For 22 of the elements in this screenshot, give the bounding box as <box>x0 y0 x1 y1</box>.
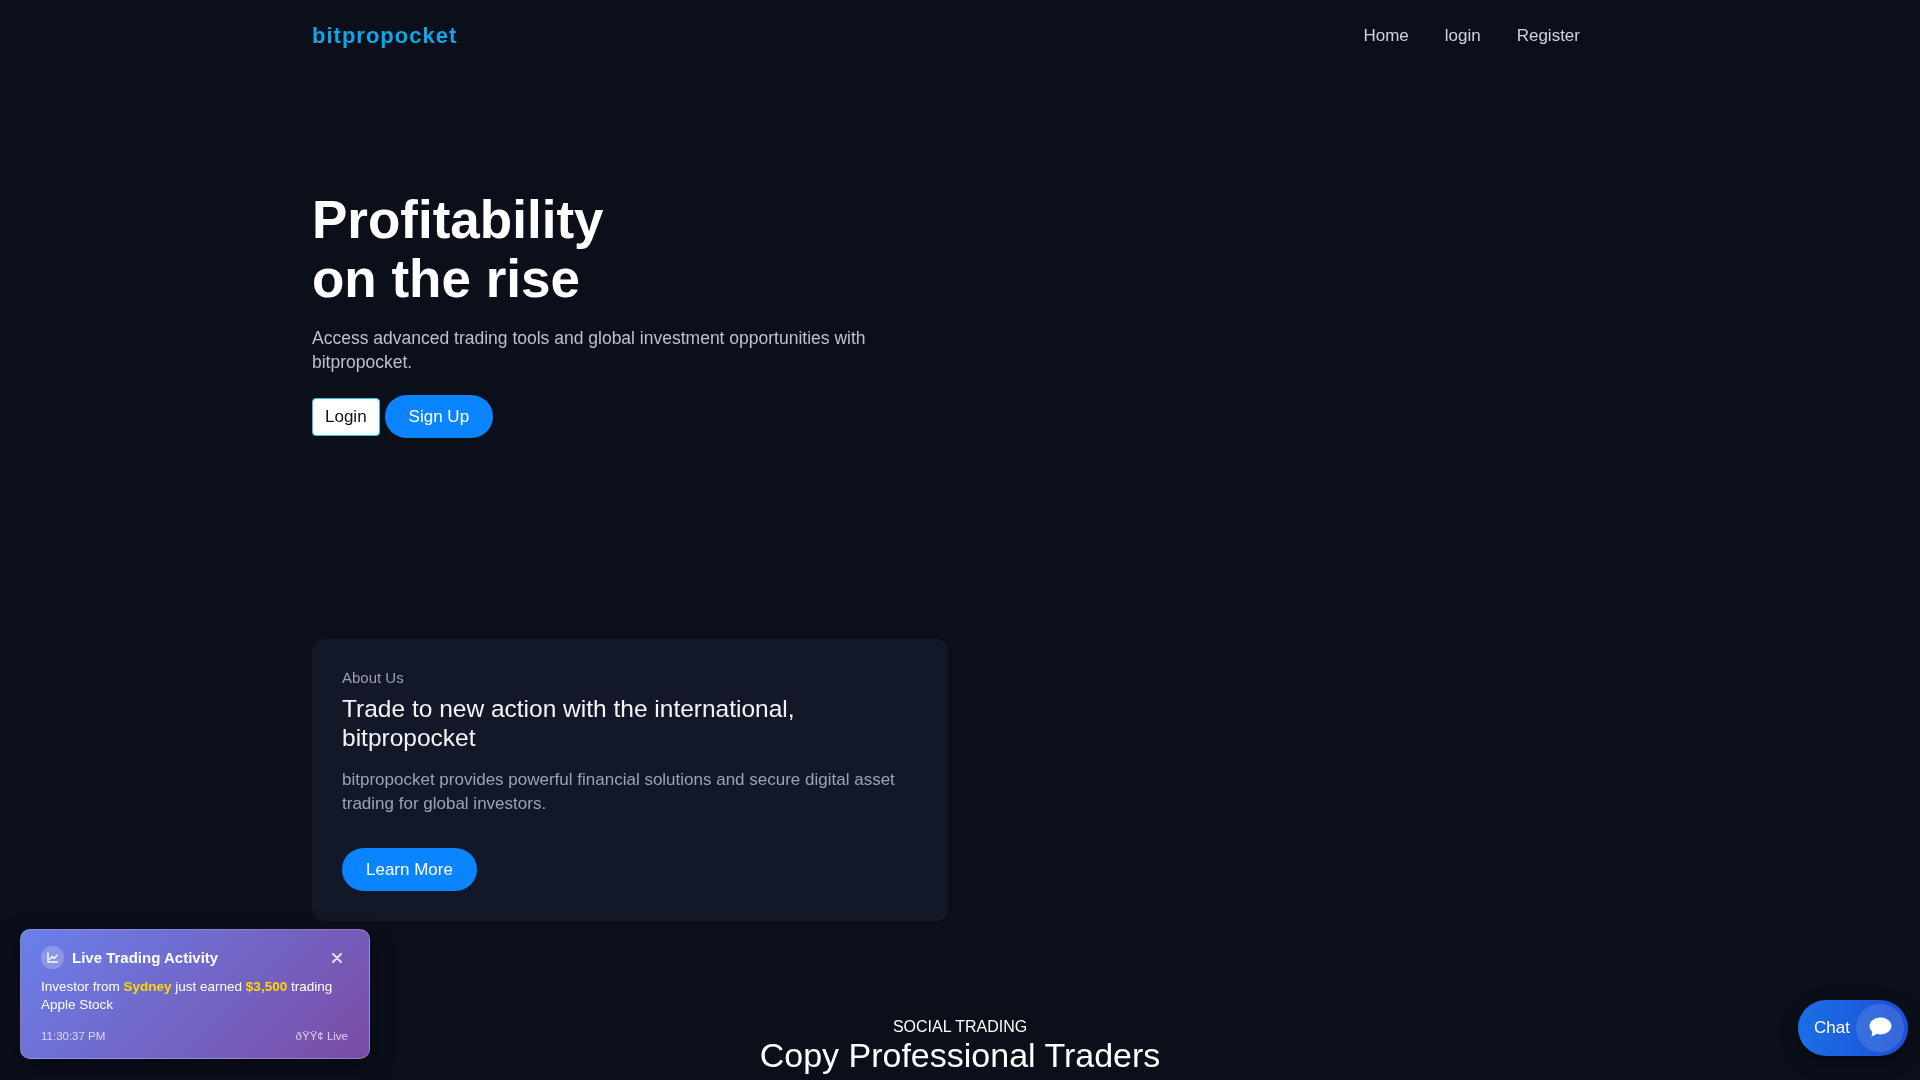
chat-button[interactable]: Chat <box>1798 1000 1908 1056</box>
logo[interactable]: bitpropocket <box>312 23 458 49</box>
hero-description: Access advanced trading tools and global investment opportunities with bitpropocket. <box>312 327 867 374</box>
chat-bubble-icon <box>1856 1004 1904 1052</box>
nav-link[interactable]: Home <box>1363 26 1409 46</box>
hero-heading: Profitability on the rise <box>312 190 605 308</box>
notification-time: 11:30:37 PM <box>41 1030 106 1042</box>
close-button[interactable] <box>332 952 342 963</box>
live-status: ðŸŸ¢ Live <box>295 1030 348 1042</box>
section-label: SOCIAL TRADING <box>892 1017 1028 1037</box>
notification-message: Investor from Sydney just earned $3,500 trading Apple Stock <box>41 978 334 1014</box>
close-icon <box>332 952 342 963</box>
section-heading: Copy Professional Traders <box>759 1037 1161 1074</box>
notification-title: Live Trading Activity <box>72 949 219 966</box>
learn-more-button[interactable]: Learn More <box>342 848 477 891</box>
sign-up-button[interactable]: Sign Up <box>384 395 494 438</box>
about-heading: Trade to new action with the international, bitpropocket <box>342 694 796 752</box>
login-button[interactable]: Login <box>312 397 380 436</box>
about-description: bitpropocket provides powerful financial solutions and secure digital asset trading for global investors. <box>342 769 896 815</box>
section-label: About Us <box>342 669 405 687</box>
nav-link[interactable]: Register <box>1516 26 1580 46</box>
nav-link[interactable]: login <box>1444 26 1481 46</box>
